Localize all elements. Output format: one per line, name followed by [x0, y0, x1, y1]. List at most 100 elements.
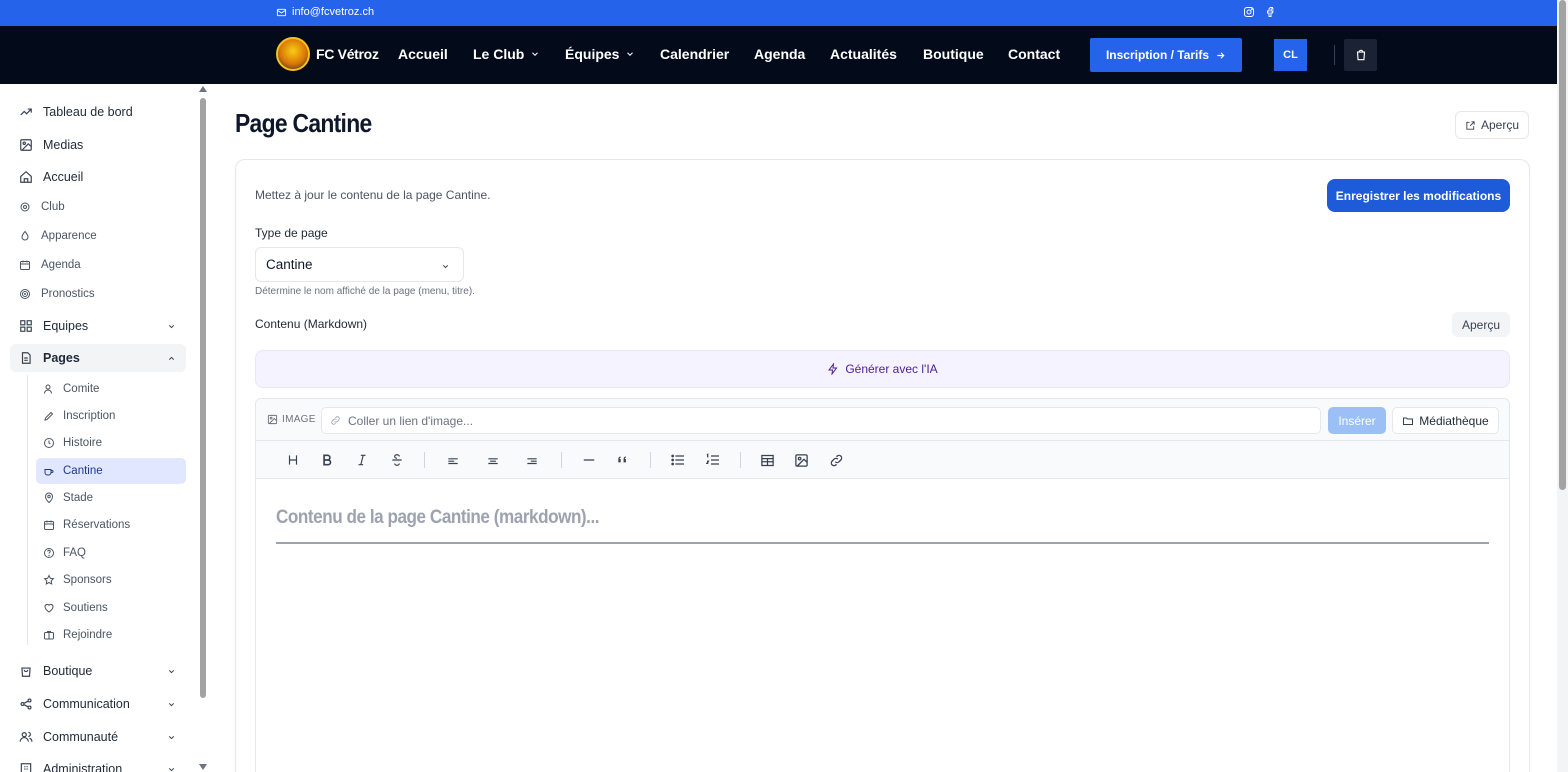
- users-icon: [19, 731, 33, 742]
- align-left-button[interactable]: [443, 451, 463, 469]
- strikethrough-button[interactable]: [387, 451, 407, 469]
- briefcase-icon: [44, 631, 54, 640]
- building-icon: [20, 763, 32, 772]
- contact-email[interactable]: info@fcvetroz.ch: [276, 6, 374, 18]
- nav-calendrier[interactable]: Calendrier: [660, 46, 729, 62]
- calendar-icon: [20, 260, 30, 270]
- generate-ai-button[interactable]: Générer avec l'IA: [255, 350, 1510, 388]
- nav-accueil[interactable]: Accueil: [398, 46, 448, 62]
- gear-icon: [20, 202, 30, 212]
- table-icon: [760, 454, 774, 466]
- sidebar-scrollbar[interactable]: [197, 84, 209, 772]
- sidebar-sub-histoire[interactable]: Histoire: [36, 430, 186, 456]
- sidebar-item-communication[interactable]: Communication: [10, 690, 186, 718]
- insert-image-toolbar-button[interactable]: [791, 451, 811, 469]
- numbered-list-icon: [705, 453, 719, 465]
- chevron-down-icon: [168, 670, 175, 674]
- nav-le-club[interactable]: Le Club: [473, 46, 540, 62]
- page-scrollbar[interactable]: [1557, 0, 1568, 772]
- sidebar-sub-faq[interactable]: FAQ: [36, 540, 186, 566]
- sidebar-item-tableau-de-bord[interactable]: Tableau de bord: [10, 98, 186, 126]
- page-description: Mettez à jour le contenu de la page Cant…: [255, 188, 491, 202]
- sidebar-item-agenda[interactable]: Agenda: [10, 251, 186, 279]
- clock-icon: [44, 438, 54, 448]
- page-type-select[interactable]: Cantine: [255, 247, 464, 282]
- horizontal-rule-button[interactable]: [579, 451, 599, 469]
- align-center-icon: [488, 458, 498, 465]
- help-icon: [44, 548, 54, 558]
- sidebar-sub-stade[interactable]: Stade: [36, 485, 186, 511]
- sidebar-item-boutique[interactable]: Boutique: [10, 657, 186, 685]
- sidebar-sub-rejoindre[interactable]: Rejoindre: [36, 622, 186, 648]
- folder-icon: [1403, 417, 1414, 425]
- chevron-up-icon: [168, 356, 175, 360]
- numbered-list-button[interactable]: [703, 451, 723, 469]
- sidebar-item-medias[interactable]: Medias: [10, 131, 186, 159]
- chevron-down-icon: [442, 265, 449, 269]
- editor-placeholder[interactable]: Contenu de la page Cantine (markdown)...: [276, 507, 600, 529]
- sidebar-sub-sponsors[interactable]: Sponsors: [36, 567, 186, 593]
- arrow-right-icon: [1217, 51, 1225, 59]
- align-right-button[interactable]: [522, 451, 542, 469]
- pages-submenu-line: [27, 375, 28, 645]
- nav-contact[interactable]: Contact: [1008, 46, 1060, 62]
- content-label: Contenu (Markdown): [255, 317, 368, 331]
- sidebar-sub-comite[interactable]: Comite: [36, 376, 186, 402]
- sidebar-sub-cantine[interactable]: Cantine: [36, 458, 186, 484]
- user-avatar[interactable]: CL: [1274, 39, 1307, 71]
- share-icon: [20, 698, 32, 710]
- media-library-button[interactable]: Médiathèque: [1392, 407, 1499, 434]
- link-button[interactable]: [826, 451, 846, 469]
- contact-email-text: info@fcvetroz.ch: [292, 6, 375, 18]
- pen-icon: [44, 411, 54, 421]
- sidebar-item-accueil[interactable]: Accueil: [10, 163, 186, 191]
- nav-equipes[interactable]: Équipes: [565, 46, 635, 62]
- italic-icon: [358, 454, 366, 466]
- page-type-label: Type de page: [255, 226, 328, 240]
- sidebar-sub-soutiens[interactable]: Soutiens: [36, 595, 186, 621]
- inscription-tarifs-button[interactable]: Inscription / Tarifs: [1090, 38, 1242, 72]
- sidebar-item-club[interactable]: Club: [10, 193, 186, 221]
- shopping-bag-icon: [1356, 49, 1365, 61]
- chevron-down-icon: [168, 736, 175, 740]
- bold-button[interactable]: [317, 451, 337, 469]
- save-changes-button[interactable]: Enregistrer les modifications: [1327, 179, 1510, 212]
- image-url-input[interactable]: Coller un lien d'image...: [321, 407, 1321, 434]
- heading-button[interactable]: [283, 451, 303, 469]
- brand-name: FC Vétroz: [316, 46, 379, 62]
- align-right-icon: [527, 458, 537, 465]
- sidebar-item-communaute[interactable]: Communauté: [10, 723, 186, 751]
- bold-icon: [323, 454, 332, 466]
- sidebar-sub-reservations[interactable]: Réservations: [36, 512, 186, 538]
- sidebar-item-apparence[interactable]: Apparence: [10, 222, 186, 250]
- insert-image-button[interactable]: Insérer: [1328, 407, 1386, 434]
- table-button[interactable]: [757, 451, 777, 469]
- bullet-list-button[interactable]: [668, 451, 688, 469]
- sidebar-sub-inscription[interactable]: Inscription: [36, 403, 186, 429]
- sidebar-item-administration[interactable]: Administration: [10, 755, 186, 772]
- chevron-down-icon: [168, 703, 175, 707]
- instagram-icon[interactable]: [1243, 6, 1255, 18]
- nav-agenda[interactable]: Agenda: [754, 46, 805, 62]
- file-icon: [21, 352, 31, 364]
- cart-button[interactable]: [1344, 39, 1377, 71]
- nav-boutique[interactable]: Boutique: [923, 46, 984, 62]
- admin-sidebar: Tableau de bord Medias Accueil Club Appa…: [0, 84, 210, 772]
- bag-icon: [21, 667, 31, 677]
- chevron-down-icon: [168, 325, 175, 329]
- preview-button[interactable]: Aperçu: [1455, 111, 1529, 139]
- markdown-preview-button[interactable]: Aperçu: [1452, 312, 1510, 337]
- quote-button[interactable]: [613, 451, 633, 469]
- sidebar-item-pages[interactable]: Pages: [10, 344, 186, 372]
- image-icon: [267, 414, 278, 425]
- nav-actualites[interactable]: Actualités: [830, 46, 897, 62]
- horizontal-rule-icon: [583, 459, 595, 461]
- brand-logo[interactable]: FC Vétroz: [276, 37, 379, 71]
- external-link-icon: [1466, 120, 1475, 130]
- align-center-button[interactable]: [483, 451, 503, 469]
- italic-button[interactable]: [352, 451, 372, 469]
- sidebar-item-pronostics[interactable]: Pronostics: [10, 280, 186, 308]
- link-icon: [331, 416, 340, 425]
- facebook-icon[interactable]: [1265, 6, 1277, 18]
- sidebar-item-equipes[interactable]: Equipes: [10, 312, 186, 340]
